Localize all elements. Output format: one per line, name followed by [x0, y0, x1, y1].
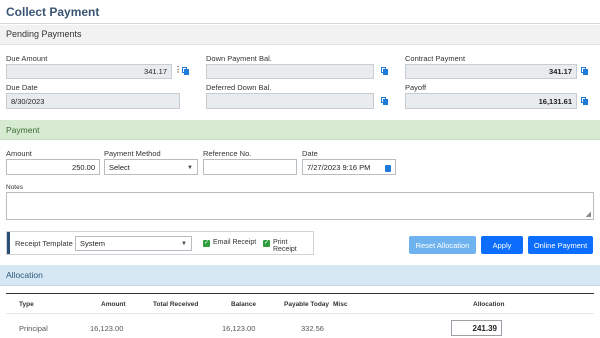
accent-bar [7, 232, 10, 254]
column-header-misc: Misc [333, 301, 348, 308]
receipt-template-select[interactable]: System ▼ [75, 236, 192, 251]
reference-no-label: Reference No. [203, 149, 252, 158]
notes-label: Notes [6, 184, 23, 191]
receipt-template-label: Receipt Template [15, 239, 73, 248]
due-date-field: 8/30/2023 [6, 93, 180, 109]
table-top-rule [6, 293, 594, 294]
column-header-allocation: Allocation [473, 301, 505, 308]
calendar-icon[interactable] [385, 165, 391, 172]
contract-payment-field: 341.17 [405, 64, 577, 79]
deferred-down-bal-label: Deferred Down Bal. [206, 83, 272, 92]
notes-textarea[interactable]: ◢ [6, 192, 594, 220]
contract-payment-label: Contract Payment [405, 54, 466, 63]
down-payment-bal-label: Down Payment Bal. [206, 54, 272, 63]
email-receipt-label: Email Receipt [213, 239, 257, 246]
chevron-down-icon: ▼ [181, 241, 187, 247]
column-header-payable-today: Payable Today [284, 301, 330, 308]
copy-icon[interactable] [581, 97, 588, 105]
cell-amount: 16,123.00 [90, 324, 124, 333]
allocation-input[interactable]: 241.39 [451, 320, 502, 336]
reset-allocation-button[interactable]: Reset Allocation [409, 236, 476, 254]
payment-section-header: Payment [0, 120, 600, 140]
kebab-menu-icon[interactable]: ⋮ [174, 65, 182, 74]
title-bar: Collect Payment [0, 0, 600, 24]
print-receipt-label: Print Receipt [273, 239, 297, 253]
pending-payments-header: Pending Payments [0, 25, 600, 45]
date-label: Date [302, 149, 318, 158]
email-receipt-checkbox[interactable]: ✓ [203, 240, 210, 247]
copy-icon[interactable] [182, 67, 189, 75]
payoff-field: 16,131.61 [405, 93, 577, 109]
amount-input[interactable]: 250.00 [6, 159, 100, 175]
reference-no-input[interactable] [203, 159, 297, 175]
payment-method-label: Payment Method [104, 149, 161, 158]
print-receipt-checkbox[interactable]: ✓ [263, 240, 270, 247]
deferred-down-bal-field [206, 93, 374, 109]
column-header-total-received: Total Received [153, 301, 199, 308]
receipt-options-box: Receipt Template System ▼ ✓ Email Receip… [6, 231, 314, 255]
copy-icon[interactable] [381, 97, 388, 105]
payoff-label: Payoff [405, 83, 427, 92]
cell-payable-today: 332.56 [301, 324, 324, 333]
payment-method-select[interactable]: Select ▼ [104, 159, 198, 175]
column-header-type: Type [19, 301, 34, 308]
column-header-balance: Balance [231, 301, 256, 308]
due-amount-field: 341.17 [6, 64, 172, 79]
due-date-label: Due Date [6, 83, 38, 92]
copy-icon[interactable] [581, 67, 588, 75]
chevron-down-icon: ▼ [187, 165, 193, 171]
pending-payments-heading: Pending Payments [6, 29, 82, 39]
allocation-heading: Allocation [6, 270, 43, 280]
date-input[interactable]: 7/27/2023 9:16 PM [302, 159, 396, 175]
copy-icon[interactable] [381, 67, 388, 75]
amount-label: Amount [6, 149, 32, 158]
online-payment-button[interactable]: Online Payment [528, 236, 593, 254]
cell-type: Principal [19, 324, 48, 333]
payment-heading: Payment [6, 125, 40, 135]
resize-handle-icon[interactable]: ◢ [586, 210, 591, 218]
apply-button[interactable]: Apply [481, 236, 523, 254]
column-header-amount: Amount [101, 301, 126, 308]
down-payment-bal-field [206, 64, 374, 79]
header-divider [6, 313, 594, 314]
page-title: Collect Payment [6, 5, 100, 19]
allocation-section-header: Allocation [0, 265, 600, 286]
due-amount-label: Due Amount [6, 54, 48, 63]
cell-balance: 16,123.00 [222, 324, 256, 333]
